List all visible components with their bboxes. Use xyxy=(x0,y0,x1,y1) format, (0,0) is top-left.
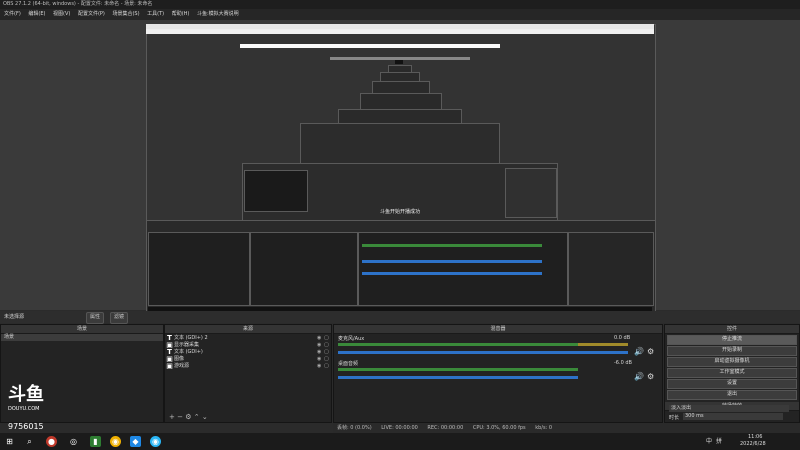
menu-edit[interactable]: 编辑(E) xyxy=(28,11,45,17)
eye-icon: ◉ xyxy=(317,362,322,369)
scenes-title: 场景 xyxy=(1,325,163,334)
add-icon[interactable]: + xyxy=(169,413,175,421)
studio-mode-button[interactable]: 工作室模式 xyxy=(667,368,797,378)
search-icon[interactable]: ⌕ xyxy=(24,436,35,447)
ime-mode[interactable]: 拼 xyxy=(716,436,722,445)
sources-toolbar: + − ⚙ ⌃ ⌄ xyxy=(169,413,208,421)
channel-name: 麦克风/Aux xyxy=(338,336,365,342)
lock-icon: ▢ xyxy=(324,355,329,362)
bitrate: kb/s: 0 xyxy=(535,425,553,431)
virtual-camera-button[interactable]: 启动虚拟摄像机 xyxy=(667,357,797,367)
volume-slider[interactable] xyxy=(338,351,628,354)
menu-scene-collection[interactable]: 场景集合(S) xyxy=(112,11,139,17)
controls-title: 控件 xyxy=(665,325,799,334)
menu-profile[interactable]: 配置文件(P) xyxy=(78,11,105,17)
move-down-icon[interactable]: ⌄ xyxy=(202,413,208,421)
windows-start-icon[interactable]: ⊞ xyxy=(4,436,15,447)
channel-db: 0.0 dB xyxy=(614,335,631,341)
source-item[interactable]: ▣ 显示器采集 ◉ ▢ xyxy=(165,341,331,349)
lock-icon: ▢ xyxy=(324,348,329,355)
eye-icon: ◉ xyxy=(317,334,322,341)
app-icon[interactable]: ▮ xyxy=(90,436,101,447)
mixer-title: 混音器 xyxy=(334,325,662,334)
room-number: 9756015 xyxy=(8,422,44,431)
stop-stream-button[interactable]: 停止推流 xyxy=(667,335,797,345)
volume-slider[interactable] xyxy=(338,376,578,379)
properties-button[interactable]: 属性 xyxy=(86,312,105,324)
cpu-fps: CPU: 3.0%, 60.00 fps xyxy=(472,425,526,431)
lock-icon: ▢ xyxy=(324,362,329,369)
dropped-frames: 丢帧: 0 (0.0%) xyxy=(337,425,372,431)
douyu-watermark: 斗鱼 DOUYU.COM 9756015 xyxy=(8,380,68,440)
clock-date[interactable]: 2022/6/28 xyxy=(740,441,766,447)
no-source-label: 未选择源 xyxy=(4,314,25,320)
menu-view[interactable]: 视图(V) xyxy=(53,11,70,17)
lock-icon: ▢ xyxy=(324,341,329,348)
app-icon[interactable]: ◉ xyxy=(150,436,161,447)
obs-icon[interactable]: ◎ xyxy=(68,436,79,447)
duration-label: 时长 xyxy=(669,415,680,421)
settings-button[interactable]: 设置 xyxy=(667,379,797,389)
gear-icon[interactable]: ⚙ xyxy=(647,372,654,381)
menu-file[interactable]: 文件(F) xyxy=(4,11,21,17)
sources-title: 来源 xyxy=(165,325,331,334)
exit-button[interactable]: 退出 xyxy=(667,390,797,400)
source-item[interactable]: T 文本 (GDI+) ◉ ▢ xyxy=(165,348,331,356)
speaker-icon[interactable]: 🔊 xyxy=(634,372,644,381)
channel-db: -6.0 dB xyxy=(614,360,632,366)
lock-icon: ▢ xyxy=(324,334,329,341)
scene-item[interactable]: 场景 xyxy=(1,334,163,341)
app-icon[interactable]: ● xyxy=(46,436,57,447)
clock-time[interactable]: 11:06 xyxy=(748,434,762,440)
taskbar: ⊞ ⌕ ● ◎ ▮ ◉ ◆ ◉ 中 拼 11:06 2022/6/28 xyxy=(0,433,800,450)
mixer-dock: 混音器 麦克风/Aux 0.0 dB 🔊 ⚙ 桌面音频 -6.0 dB 🔊 ⚙ xyxy=(333,324,663,423)
remove-icon[interactable]: − xyxy=(177,413,183,421)
source-item[interactable]: T 文本 (GDI+) 2 ◉ ▢ xyxy=(165,334,331,342)
eye-icon: ◉ xyxy=(317,348,322,355)
eye-icon: ◉ xyxy=(317,355,322,362)
window-title: OBS 27.1.2 (64-bit, windows) - 配置文件: 未命名… xyxy=(0,0,800,9)
app-icon[interactable]: ◆ xyxy=(130,436,141,447)
sources-dock: 来源 T 文本 (GDI+) 2 ◉ ▢ ▣ 显示器采集 ◉ ▢ T 文本 (GDI+) ◉ ▢ … xyxy=(164,324,332,423)
gear-icon[interactable]: ⚙ xyxy=(185,413,191,421)
menu-help[interactable]: 帮助(H) xyxy=(172,11,190,17)
menu-douyu[interactable]: 斗鱼:模拟大赛说明 xyxy=(197,11,239,17)
douyu-site: DOUYU.COM xyxy=(8,406,40,412)
menu-bar: 文件(F) 编辑(E) 视图(V) 配置文件(P) 场景集合(S) 工具(T) … xyxy=(0,9,800,20)
filters-button[interactable]: 滤镜 xyxy=(110,312,129,324)
source-item[interactable]: ▣ 游戏源 ◉ ▢ xyxy=(165,362,331,370)
eye-icon: ◉ xyxy=(317,341,322,348)
douyu-logo: 斗鱼 xyxy=(8,384,44,405)
start-recording-button[interactable]: 开始录制 xyxy=(667,346,797,356)
status-bar: 丢帧: 0 (0.0%) LIVE: 00:00:00 REC: 00:00:0… xyxy=(333,423,800,433)
speaker-icon[interactable]: 🔊 xyxy=(634,347,644,356)
live-timer: LIVE: 00:00:00 xyxy=(381,425,418,431)
gear-icon[interactable]: ⚙ xyxy=(647,347,654,356)
channel-name: 桌面音频 xyxy=(338,361,359,367)
ime-lang[interactable]: 中 xyxy=(706,436,712,445)
source-toolbar: 未选择源 属性 滤镜 xyxy=(0,311,800,324)
source-item[interactable]: ▣ 图像 ◉ ▢ xyxy=(165,355,331,363)
controls-dock: 控件 停止推流 开始录制 启动虚拟摄像机 工作室模式 设置 退出 转场特效 淡入… xyxy=(664,324,800,423)
rec-timer: REC: 00:00:00 xyxy=(427,425,464,431)
chrome-icon[interactable]: ◉ xyxy=(110,436,121,447)
transition-select[interactable]: 淡入淡出 xyxy=(669,405,789,412)
menu-tools[interactable]: 工具(T) xyxy=(147,11,164,17)
preview-canvas[interactable]: 斗鱼开始开播成功 xyxy=(0,20,800,316)
duration-input[interactable]: 300 ms xyxy=(683,413,783,420)
move-up-icon[interactable]: ⌃ xyxy=(194,413,200,421)
preview-toast: 斗鱼开始开播成功 xyxy=(379,209,420,215)
